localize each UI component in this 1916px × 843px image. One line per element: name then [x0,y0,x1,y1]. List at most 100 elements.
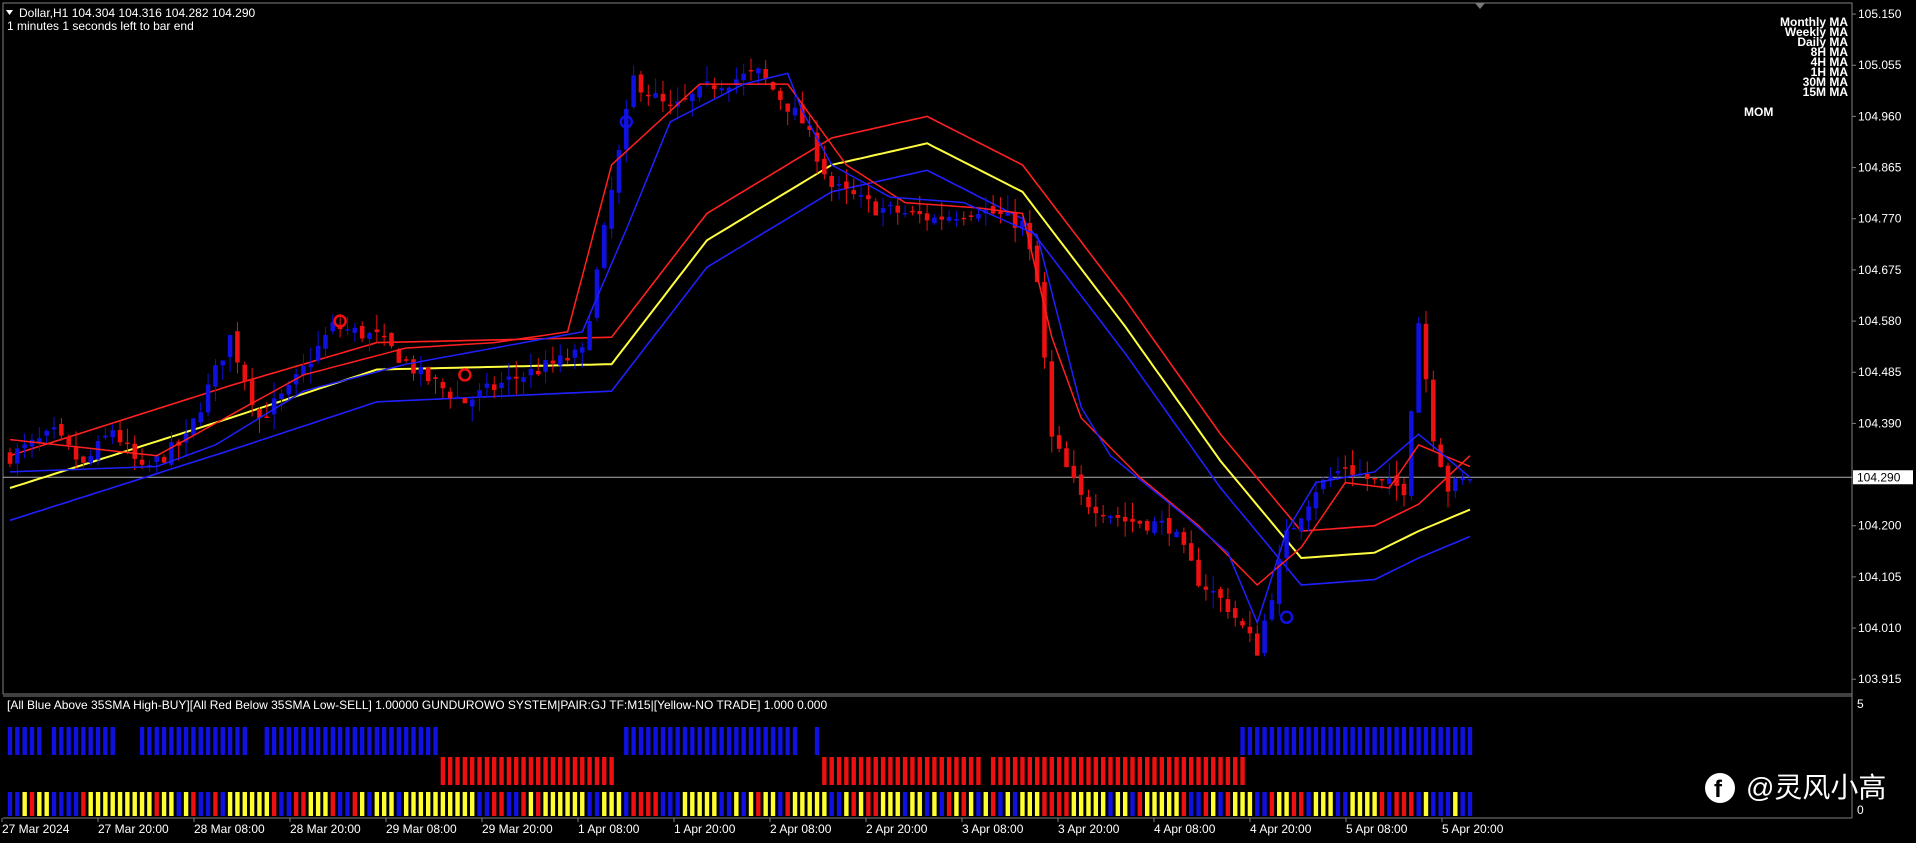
histogram-bar [1343,727,1348,755]
histogram-bar [183,792,189,816]
histogram-bar [1027,757,1032,785]
histogram-bar [1020,757,1025,785]
candle-body [1365,473,1370,479]
histogram-bar [205,727,211,755]
histogram-bar [726,727,732,755]
candle-body [110,430,115,438]
histogram-bar [748,727,754,755]
x-tick-label: 4 Apr 08:00 [1154,822,1216,836]
candle [1012,198,1018,243]
histogram-bar [1233,792,1238,816]
histogram-bar [836,757,842,785]
y-tick-label: 104.010 [1858,621,1902,635]
histogram-bar [1159,757,1165,785]
histogram-bar [1137,792,1143,816]
candle [910,206,915,216]
histogram-bar [682,727,688,755]
candle [968,210,974,222]
histogram-bar [939,792,944,816]
histogram-bar [734,792,739,816]
histogram-bar [910,757,915,785]
candle-body [125,442,130,445]
histogram-bar [609,792,614,816]
candle-body [1210,590,1216,593]
histogram-bar [220,792,225,816]
histogram-bar [741,727,746,755]
candle-body [1166,518,1172,534]
histogram-bar [866,792,871,816]
candle-body [601,224,607,268]
histogram-bar [682,792,688,816]
candle-body [1313,492,1319,509]
candle-body [198,412,204,423]
candle-body [917,210,923,215]
y-tick-label: 104.390 [1858,416,1902,430]
candle-body [910,210,915,213]
histogram-bar [1012,792,1018,816]
scroll-marker-icon[interactable] [1475,3,1485,9]
histogram-bar [1269,727,1275,755]
histogram-bar [653,727,658,755]
histogram-bar [440,757,446,785]
sub-axis-bottom: 0 [1857,803,1864,817]
histogram-bar [1233,757,1238,785]
histogram-bar [638,727,644,755]
candle-body [1291,528,1297,530]
candle-body [440,381,446,389]
histogram-bar [147,727,152,755]
histogram-bar [1225,757,1231,785]
candle [1387,463,1392,495]
histogram-bar [51,727,57,755]
candle-body [535,370,541,375]
histogram-bar [572,757,578,785]
histogram-bar [1372,792,1377,816]
histogram-bar [646,792,651,816]
histogram-bar [1460,792,1465,816]
histogram-bar [51,792,57,816]
histogram-bar [917,792,922,816]
histogram-bar [15,792,20,816]
candle-body [1093,506,1099,514]
candle-body [741,73,746,81]
histogram-bar [1181,792,1187,816]
candle-body [1335,471,1341,474]
candle-body [1137,520,1143,524]
histogram-bar [961,792,966,816]
candle [7,447,13,468]
candle-body [1144,520,1150,531]
menu-triangle-icon[interactable] [6,10,13,15]
candle-body [924,213,930,221]
histogram-bar [1431,727,1436,755]
candle-body [308,363,314,368]
candle-body [88,456,93,463]
histogram-bar [902,792,908,816]
candle [440,378,446,398]
histogram-bar [418,792,424,816]
histogram-bar [1115,792,1121,816]
histogram-bar [536,792,541,816]
histogram-bar [462,792,468,816]
candle [1350,450,1355,487]
candle-body [880,208,886,213]
x-tick-label: 3 Apr 08:00 [962,822,1024,836]
histogram-bar [1335,727,1341,755]
candle-body [1181,532,1187,545]
candle-body [161,457,167,463]
histogram-bar [484,792,490,816]
histogram-bar [1247,727,1253,755]
histogram-bar [59,727,64,755]
candle-body [1379,479,1385,481]
candle [161,454,167,464]
candle-body [227,335,233,358]
chart-svg: 105.150 105.055 104.960 104.865 104.770 104.6… [1,2,1913,836]
candle-body [668,104,673,107]
histogram-bar [1284,727,1289,755]
histogram-bar [712,727,717,755]
candle-body [638,74,644,93]
histogram-bar [492,792,497,816]
histogram-bar [1277,727,1282,755]
histogram-bar [154,792,159,816]
watermark-text: @灵风小高 [1746,772,1886,803]
histogram-bar [631,792,636,816]
histogram-bar [352,792,358,816]
